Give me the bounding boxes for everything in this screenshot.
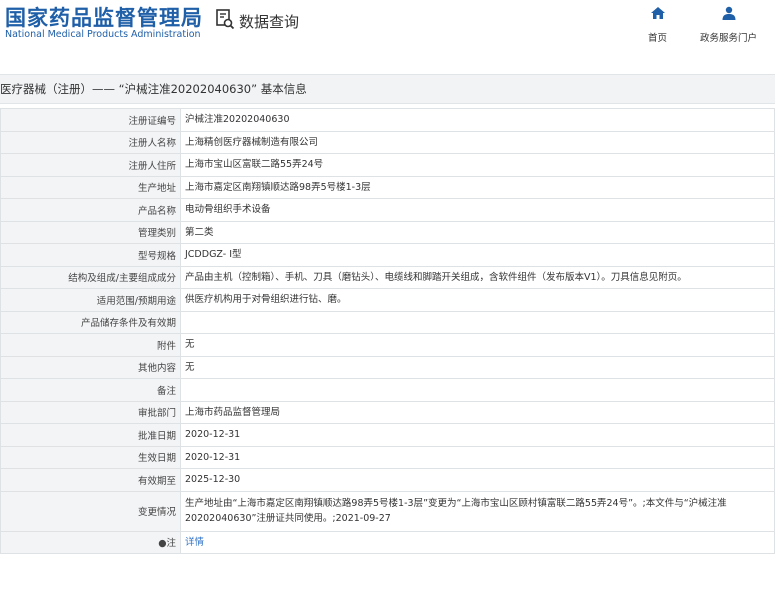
row-label: 产品名称	[0, 198, 181, 222]
table-row: 生效日期 2020-12-31	[0, 445, 775, 469]
row-label: 型号规格	[0, 243, 181, 267]
site-logo-title[interactable]: 国家药品监督管理局	[5, 2, 203, 32]
row-label: 结构及组成/主要组成成分	[0, 265, 181, 289]
row-value: 供医疗机构用于对骨组织进行钻、磨。	[180, 288, 775, 312]
table-row: 批准日期 2020-12-31	[0, 423, 775, 447]
table-row: 适用范围/预期用途 供医疗机构用于对骨组织进行钻、磨。	[0, 288, 775, 312]
row-value: 生产地址由“上海市嘉定区南翔镇顺达路98弄5号楼1-3层”变更为“上海市宝山区顾…	[180, 490, 775, 532]
nav-gov-service-portal[interactable]: 政务服务门户	[700, 5, 757, 44]
table-row: 生产地址 上海市嘉定区南翔镇顺达路98弄5号楼1-3层	[0, 175, 775, 199]
table-row: 有效期至 2025-12-30	[0, 468, 775, 492]
table-row: 变更情况 生产地址由“上海市嘉定区南翔镇顺达路98弄5号楼1-3层”变更为“上海…	[0, 490, 775, 532]
row-value: 无	[180, 355, 775, 379]
breadcrumb: 医疗器械（注册）—— “沪械注准20202040630” 基本信息	[0, 74, 775, 104]
row-label: 审批部门	[0, 400, 181, 424]
row-label: 批准日期	[0, 423, 181, 447]
nav-gov-service-label: 政务服务门户	[700, 33, 758, 44]
row-label: 有效期至	[0, 468, 181, 492]
table-row: 管理类别 第二类	[0, 220, 775, 244]
row-value: 上海精创医疗器械制造有限公司	[180, 130, 775, 154]
row-label: 变更情况	[0, 490, 181, 532]
row-label: 注册人名称	[0, 130, 181, 154]
row-value: 上海市药品监督管理局	[180, 400, 775, 424]
row-label: 适用范围/预期用途	[0, 288, 181, 312]
row-value: 2025-12-30	[180, 468, 775, 492]
nav-home[interactable]: 首页	[648, 5, 667, 44]
row-label: 产品储存条件及有效期	[0, 310, 181, 334]
row-label: 管理类别	[0, 220, 181, 244]
table-row: 注册人住所 上海市宝山区富联二路55弄24号	[0, 153, 775, 177]
table-row: 结构及组成/主要组成成分 产品由主机（控制箱）、手机、刀具（磨钻头）、电缆线和脚…	[0, 265, 775, 289]
row-value: 无	[180, 333, 775, 357]
nav-home-label: 首页	[648, 33, 668, 44]
data-query-label: 数据查询	[239, 12, 300, 31]
row-label: 生产地址	[0, 175, 181, 199]
row-value: 沪械注准20202040630	[180, 108, 775, 132]
row-value: 上海市宝山区富联二路55弄24号	[180, 153, 775, 177]
search-document-icon	[215, 8, 235, 34]
row-value	[180, 378, 775, 402]
breadcrumb-text: 医疗器械（注册）—— “沪械注准20202040630” 基本信息	[0, 82, 307, 96]
home-icon	[650, 5, 666, 24]
row-label: 备注	[0, 378, 181, 402]
table-row: 型号规格 JCDDGZ- Ⅰ型	[0, 243, 775, 267]
row-label: 注册证编号	[0, 108, 181, 132]
row-value: 产品由主机（控制箱）、手机、刀具（磨钻头）、电缆线和脚踏开关组成，含软件组件（发…	[180, 265, 775, 289]
row-value: 2020-12-31	[180, 423, 775, 447]
row-label: 附件	[0, 333, 181, 357]
row-value: 2020-12-31	[180, 445, 775, 469]
row-label: 生效日期	[0, 445, 181, 469]
user-icon	[721, 5, 737, 24]
table-row: 注册证编号 沪械注准20202040630	[0, 108, 775, 132]
table-row: 产品名称 电动骨组织手术设备	[0, 198, 775, 222]
row-value: 上海市嘉定区南翔镇顺达路98弄5号楼1-3层	[180, 175, 775, 199]
site-logo-subtitle: National Medical Products Administration	[5, 29, 201, 40]
row-label: 其他内容	[0, 355, 181, 379]
row-value: 电动骨组织手术设备	[180, 198, 775, 222]
row-label: 注册人住所	[0, 153, 181, 177]
table-row: 附件 无	[0, 333, 775, 357]
table-row: 注册人名称 上海精创医疗器械制造有限公司	[0, 130, 775, 154]
detail-link[interactable]: 详情	[185, 537, 204, 548]
note-label: ●注	[0, 530, 181, 554]
row-value: 第二类	[180, 220, 775, 244]
table-row: 审批部门 上海市药品监督管理局	[0, 400, 775, 424]
table-row-note: ●注 详情	[0, 530, 775, 554]
table-row: 其他内容 无	[0, 355, 775, 379]
table-row: 产品储存条件及有效期	[0, 310, 775, 334]
row-value: JCDDGZ- Ⅰ型	[180, 243, 775, 267]
registration-info-table: 注册证编号 沪械注准20202040630 注册人名称 上海精创医疗器械制造有限…	[0, 108, 775, 554]
data-query-heading[interactable]: 数据查询	[215, 9, 299, 33]
table-row: 备注	[0, 378, 775, 402]
row-value	[180, 310, 775, 334]
site-header: 国家药品监督管理局 National Medical Products Admi…	[0, 0, 775, 60]
